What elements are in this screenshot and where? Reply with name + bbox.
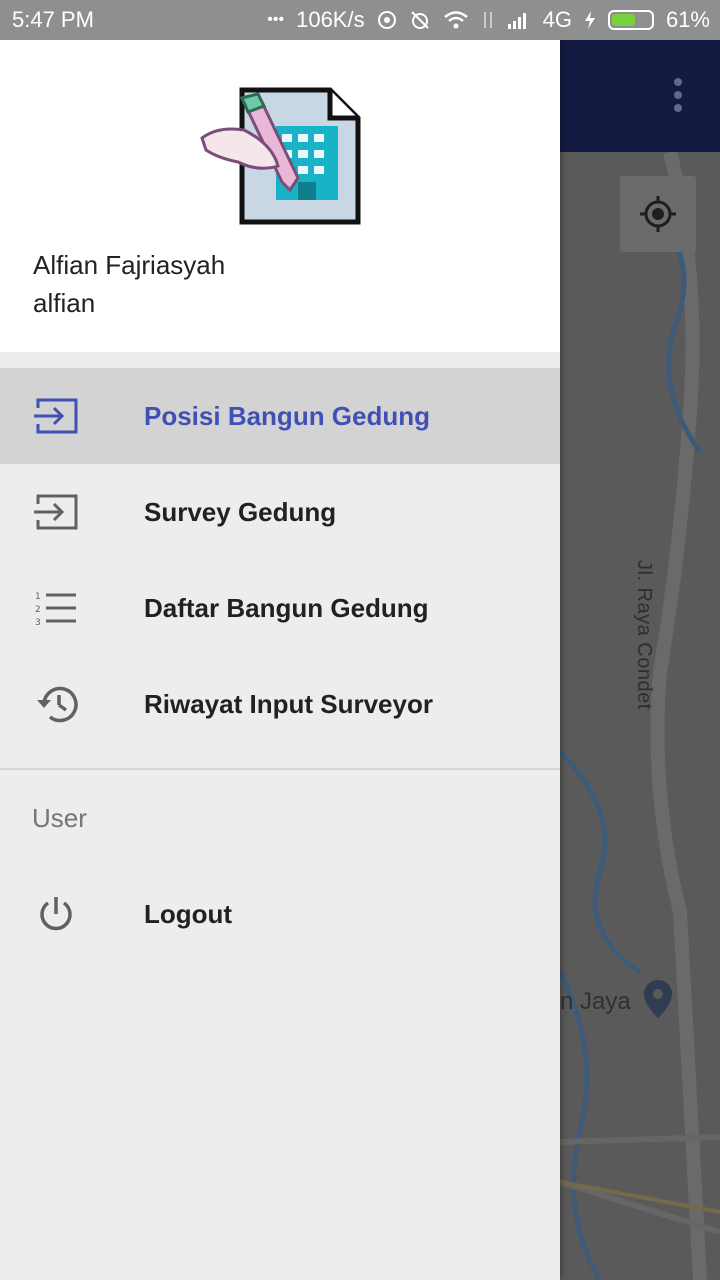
battery-percent: 61% [665, 7, 710, 32]
svg-text:3: 3 [35, 618, 41, 626]
more-dots: ••• [267, 11, 285, 28]
login-arrow-icon [32, 488, 80, 536]
login-arrow-icon [32, 392, 80, 440]
power-icon [32, 890, 80, 938]
network-speed: 106K/s [296, 7, 365, 32]
network-type: 4G [542, 7, 572, 32]
section-header-user: User [32, 802, 87, 833]
battery-icon [607, 10, 654, 30]
alarm-off-icon [409, 9, 431, 31]
drawer-header: Alfian Fajriasyah alfian [0, 40, 560, 352]
place-pin-icon[interactable] [642, 978, 674, 1020]
menu-item-label: Riwayat Input Surveyor [144, 688, 433, 719]
menu-item-logout[interactable]: Logout [0, 866, 560, 962]
building-survey-document-icon [200, 87, 361, 225]
numbered-list-icon: 1 2 3 [32, 584, 80, 632]
road-label: Jl. Raya Condet [633, 560, 655, 710]
battery-fill [611, 14, 636, 26]
user-name: Alfian Fajriasyah [33, 250, 226, 280]
status-time: 5:47 PM [12, 7, 94, 32]
status-icons: ••• 106K/s 4G 61% [267, 7, 710, 33]
place-label: n Jaya [560, 988, 631, 1015]
svg-text:2: 2 [35, 605, 41, 615]
my-location-button[interactable] [620, 176, 696, 252]
menu-item-label: Daftar Bangun Gedung [144, 592, 429, 623]
menu-item-survey-gedung[interactable]: Survey Gedung [0, 464, 560, 560]
history-icon [32, 680, 80, 728]
signal-icon [507, 10, 531, 30]
navigation-drawer: Alfian Fajriasyah alfian Posisi Bangun G… [0, 40, 560, 1280]
crosshair-icon [640, 196, 676, 232]
status-bar: 5:47 PM ••• 106K/s 4G 61% [0, 0, 720, 40]
menu-item-posisi-bangun-gedung[interactable]: Posisi Bangun Gedung [0, 368, 560, 464]
menu-item-label: Posisi Bangun Gedung [144, 400, 431, 431]
menu-item-label: Survey Gedung [144, 496, 337, 527]
logout-label: Logout [144, 898, 233, 929]
wifi-icon [443, 10, 469, 30]
charging-icon [584, 10, 596, 30]
hotspot-icon [377, 10, 397, 30]
overflow-menu-icon[interactable] [674, 78, 686, 112]
data-transfer-icon [481, 10, 495, 30]
drawer-menu: Posisi Bangun Gedung Survey Gedung 1 2 3 [0, 352, 560, 752]
menu-item-riwayat-input-surveyor[interactable]: Riwayat Input Surveyor [0, 656, 560, 752]
menu-item-daftar-bangun-gedung[interactable]: 1 2 3 Daftar Bangun Gedung [0, 560, 560, 656]
svg-text:1: 1 [35, 592, 41, 602]
user-id: alfian [33, 288, 96, 318]
